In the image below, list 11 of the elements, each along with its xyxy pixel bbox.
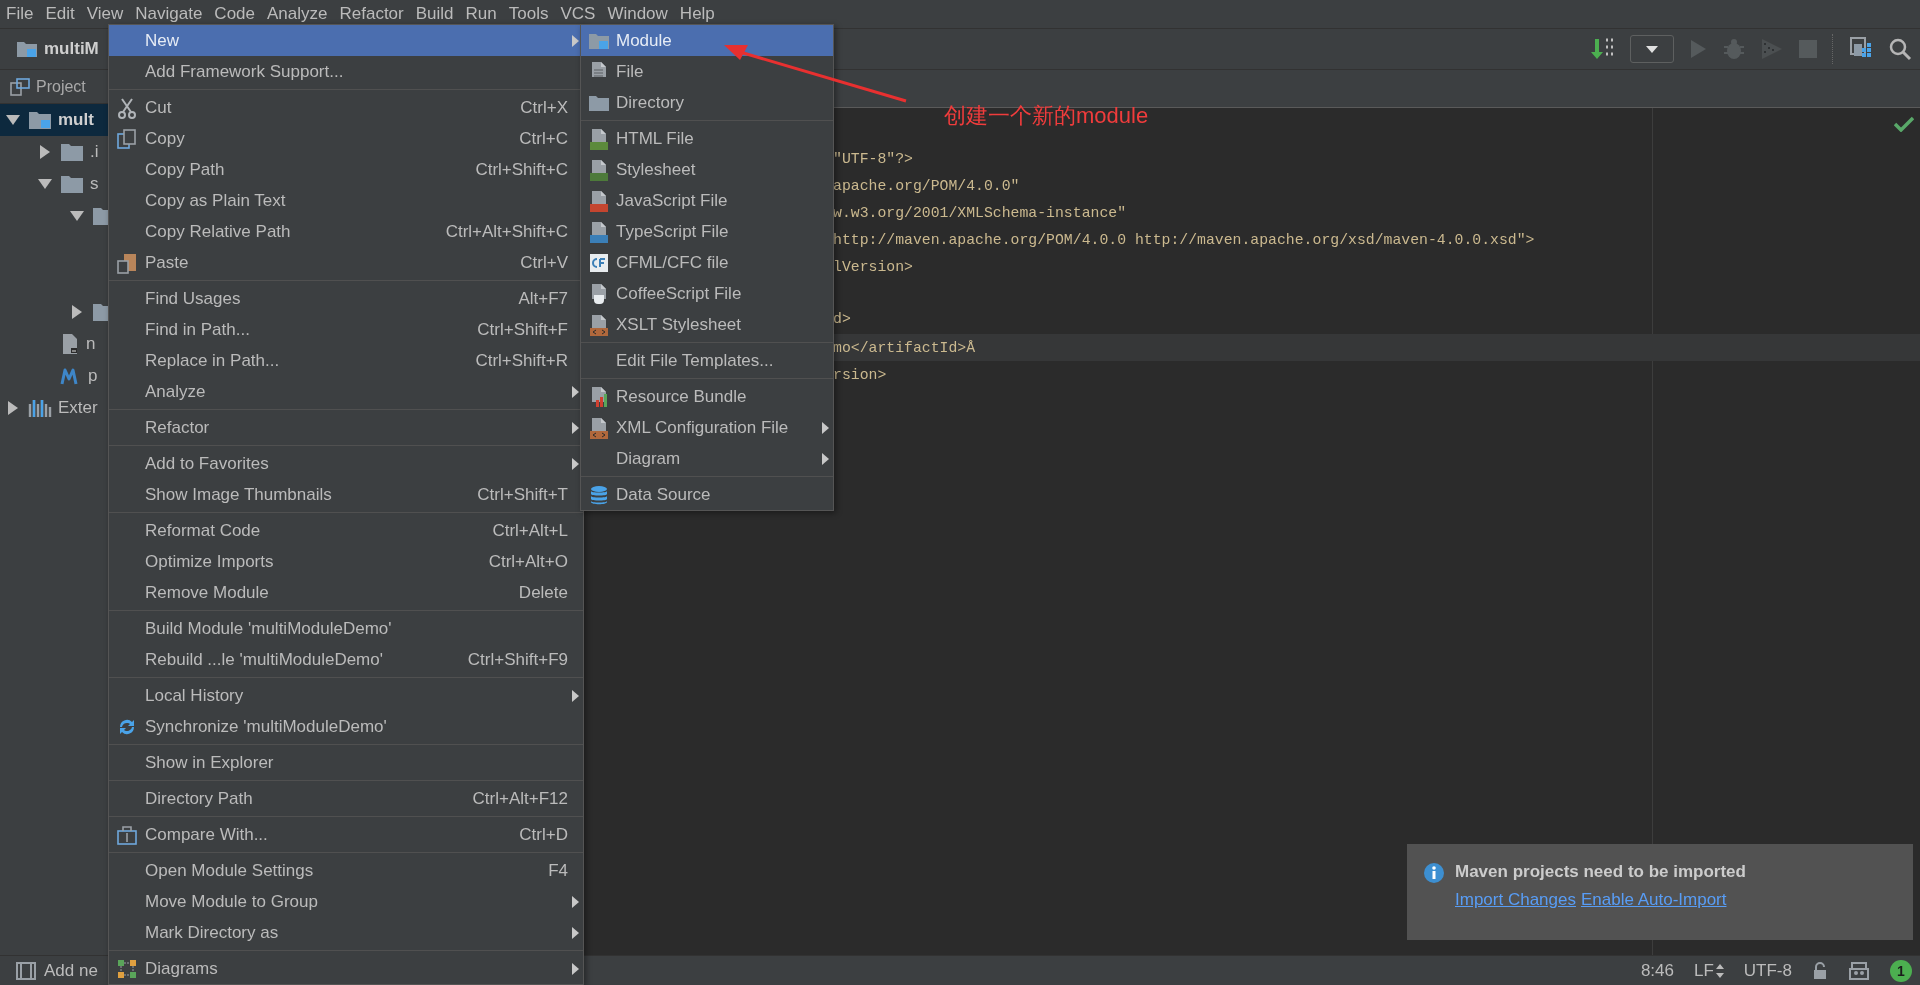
code-line: lVersion> [833, 257, 914, 277]
status-message: Add ne [44, 960, 98, 981]
code-line: w.w3.org/2001/XMLSchema-instance" [833, 203, 1128, 223]
code-line: http://maven.apache.org/POM/4.0.0 http://maven.apache.org/xsd/maven-4.0.0.xsd"> [833, 230, 1536, 250]
code-line: d> [833, 310, 852, 329]
notification-title: Maven projects need to be imported [1455, 862, 1746, 882]
code-line: rsion> [833, 365, 888, 385]
code-line: "UTF-8"?> [833, 149, 914, 169]
code-line: apache.org/POM/4.0.0" [833, 176, 1021, 196]
panel-title: Project [36, 77, 86, 96]
annotation-text: 创建一个新的module [944, 102, 1149, 130]
